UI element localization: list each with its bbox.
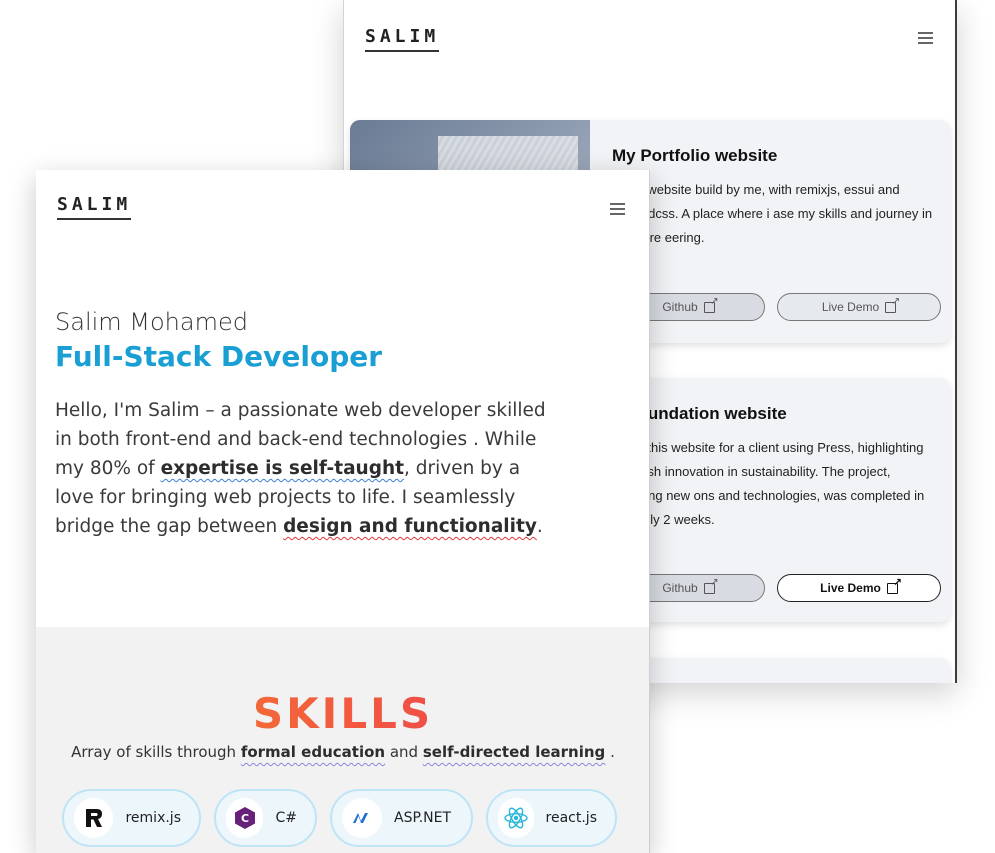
menu-icon[interactable]: [610, 203, 625, 215]
skill-chip-remix[interactable]: remix.js: [62, 789, 201, 847]
external-link-icon: [886, 577, 902, 594]
live-demo-button[interactable]: Live Demo: [777, 574, 941, 602]
hero-role: Full-Stack Developer: [55, 340, 383, 373]
hero-name: Salim Mohamed: [55, 308, 248, 336]
subtitle-text: .: [605, 743, 615, 761]
live-demo-label: Live Demo: [821, 300, 880, 314]
hero-bio: Hello, I'm Salim – a passionate web deve…: [55, 396, 557, 541]
subtitle-text: and: [385, 743, 423, 761]
skills-title: SKILLS: [36, 689, 649, 738]
skill-label: react.js: [545, 810, 597, 826]
svg-text:C: C: [241, 812, 249, 825]
external-link-icon: [885, 296, 900, 313]
project-description: rtfolio website build by me, with remixj…: [612, 182, 933, 245]
menu-icon[interactable]: [918, 32, 933, 44]
external-link-icon: [703, 577, 719, 594]
subtitle-text: Array of skills through: [71, 743, 241, 761]
subtitle-highlight: self-directed learning: [422, 743, 606, 761]
remix-icon: [74, 798, 114, 838]
site-logo[interactable]: SALIM: [365, 26, 440, 52]
skill-chip-aspnet[interactable]: ASP.NET: [330, 789, 473, 847]
bio-highlight: expertise is self-taught: [160, 458, 404, 479]
skills-section: SKILLS Array of skills through formal ed…: [36, 627, 649, 853]
project-description: loped this website for a client using Pr…: [612, 440, 925, 527]
subtitle-highlight: formal education: [240, 743, 386, 761]
live-demo-label: Live Demo: [820, 581, 881, 595]
bio-text: .: [536, 516, 543, 537]
project-title: F Foundation website: [612, 404, 787, 423]
skill-label: ASP.NET: [394, 810, 452, 826]
bio-highlight: design and functionality: [283, 516, 537, 537]
skill-chip-csharp[interactable]: C C#: [214, 789, 317, 847]
github-label: Github: [662, 581, 698, 595]
external-link-icon: [703, 296, 719, 313]
front-window: SALIM Salim Mohamed Full-Stack Developer…: [36, 170, 650, 853]
skill-label: remix.js: [125, 810, 181, 826]
skill-label: C#: [275, 810, 297, 826]
site-logo[interactable]: SALIM: [57, 194, 132, 220]
skills-subtitle: Array of skills through formal education…: [36, 743, 649, 761]
skill-chip-react[interactable]: react.js: [486, 789, 617, 847]
project-title: My Portfolio website: [612, 146, 778, 165]
github-label: Github: [662, 300, 698, 314]
live-demo-button[interactable]: Live Demo: [777, 293, 941, 321]
csharp-icon: C: [226, 798, 264, 838]
react-icon: [498, 798, 534, 838]
aspnet-icon: [342, 798, 382, 838]
